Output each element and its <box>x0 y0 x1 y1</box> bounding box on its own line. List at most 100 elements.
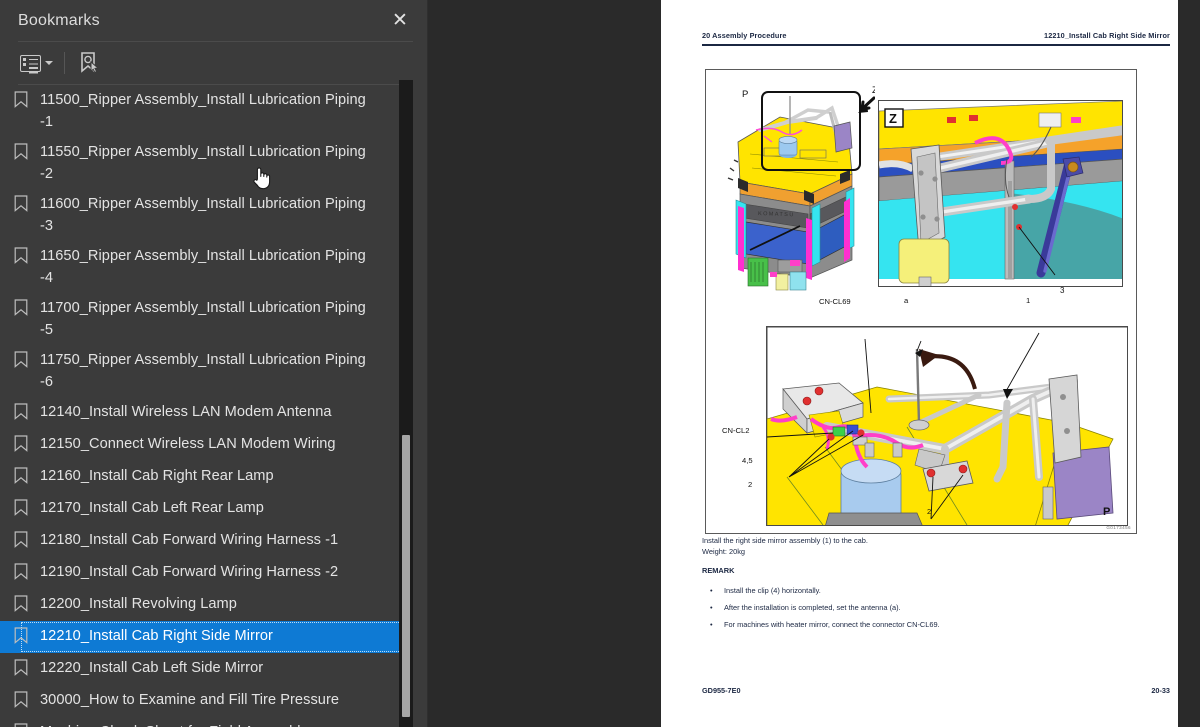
figure-label-P-top: P <box>742 89 749 100</box>
page-header-rule <box>702 44 1170 46</box>
bookmark-icon <box>14 627 32 649</box>
figure-label-2-left: 2 <box>748 480 753 489</box>
bookmark-icon <box>14 143 32 165</box>
bookmark-item-label: 12210_Install Cab Right Side Mirror <box>40 628 273 644</box>
bookmark-item[interactable]: 11750_Ripper Assembly_Install Lubricatio… <box>0 345 410 397</box>
bookmark-item[interactable]: 12210_Install Cab Right Side Mirror <box>0 621 410 653</box>
bookmark-icon <box>14 91 32 113</box>
figure-cab-front-view: KOMATSU P Z <box>720 82 875 292</box>
figure-label-3: 3 <box>1060 286 1065 295</box>
new-bookmark-icon <box>78 51 100 75</box>
bookmark-icon <box>14 467 32 489</box>
bookmark-icon <box>14 563 32 585</box>
bookmark-icon <box>14 595 32 617</box>
toolbar-divider <box>64 52 65 74</box>
bookmark-item-label: 30000_How to Examine and Fill Tire Press… <box>40 692 340 708</box>
bookmarks-toolbar <box>0 42 427 84</box>
bookmark-icon <box>14 435 32 457</box>
bookmark-item-label: 12150_Connect Wireless LAN Modem Wiring <box>40 436 336 452</box>
bookmark-item[interactable]: 12190_Install Cab Forward Wiring Harness… <box>0 557 410 589</box>
bookmark-item-label: 11650_Ripper Assembly_Install Lubricatio… <box>40 248 366 286</box>
bookmark-icon <box>14 531 32 553</box>
bookmark-icon <box>14 499 32 521</box>
figure-label-4-5: 4,5 <box>742 456 753 465</box>
bookmarks-scrollbar-thumb[interactable] <box>402 435 410 717</box>
figure-detail-Z: Z <box>878 100 1123 287</box>
bookmark-item-label: 12200_Install Revolving Lamp <box>40 596 237 612</box>
bookmark-icon <box>14 659 32 681</box>
figure-id: G0173456 <box>1106 525 1131 530</box>
bookmarks-panel: Bookmarks ✕ 11500_Ripper Assembly_Instal… <box>0 0 428 727</box>
chevron-down-icon <box>45 61 53 65</box>
bookmark-item[interactable]: 11650_Ripper Assembly_Install Lubricatio… <box>0 241 410 293</box>
page-header-left: 20 Assembly Procedure <box>702 31 787 40</box>
page-footer-right: 20-33 <box>1151 686 1170 695</box>
bookmark-item-label: 12160_Install Cab Right Rear Lamp <box>40 468 274 484</box>
bookmark-item[interactable]: 11500_Ripper Assembly_Install Lubricatio… <box>0 85 410 137</box>
figure-label-cn-cl69: CN-CL69 <box>819 297 851 306</box>
body-line-2: Weight: 20kg <box>702 546 746 556</box>
bookmark-item-label: 12220_Install Cab Left Side Mirror <box>40 660 264 676</box>
bookmark-item[interactable]: 12200_Install Revolving Lamp <box>0 589 410 621</box>
page-header: 20 Assembly Procedure 12210_Install Cab … <box>702 31 1170 40</box>
bookmark-item[interactable]: 12140_Install Wireless LAN Modem Antenna <box>0 397 410 429</box>
bookmark-item[interactable]: 12170_Install Cab Left Rear Lamp <box>0 493 410 525</box>
remark-bullet-list: Install the clip (4) horizontally.After … <box>702 582 1142 633</box>
bookmark-item[interactable]: 11550_Ripper Assembly_Install Lubricatio… <box>0 137 410 189</box>
page-body-text: Install the right side mirror assembly (… <box>702 536 1142 633</box>
bookmark-icon <box>14 351 32 373</box>
bookmark-icon <box>14 691 32 713</box>
list-view-icon <box>20 54 41 72</box>
bookmark-icon <box>14 247 32 269</box>
page-footer-left: GD955-7E0 <box>702 686 741 695</box>
figure-label-a: a <box>904 296 909 305</box>
bookmark-icon <box>14 299 32 321</box>
page-header-right: 12210_Install Cab Right Side Mirror <box>1044 31 1170 40</box>
close-icon[interactable]: ✕ <box>387 8 413 34</box>
bookmark-item[interactable]: 12160_Install Cab Right Rear Lamp <box>0 461 410 493</box>
bookmarks-scrollbar[interactable] <box>399 80 413 727</box>
svg-text:P: P <box>1103 506 1110 518</box>
bookmark-item[interactable]: 12150_Connect Wireless LAN Modem Wiring <box>0 429 410 461</box>
remark-bullet: For machines with heater mirror, connect… <box>702 616 1142 633</box>
remark-bullet: Install the clip (4) horizontally. <box>702 582 1142 599</box>
new-bookmark-button[interactable] <box>74 49 104 77</box>
bookmark-icon <box>14 723 32 727</box>
list-view-button[interactable] <box>16 49 57 77</box>
bookmark-item-label: 11550_Ripper Assembly_Install Lubricatio… <box>40 144 366 182</box>
figure-arrow-Z <box>858 96 875 113</box>
bookmark-item-label: 11600_Ripper Assembly_Install Lubricatio… <box>40 196 366 234</box>
figure-label-cn-cl2: CN-CL2 <box>722 426 750 435</box>
svg-text:Z: Z <box>889 111 897 126</box>
bookmark-item[interactable]: 12180_Install Cab Forward Wiring Harness… <box>0 525 410 557</box>
bookmark-item[interactable]: 11700_Ripper Assembly_Install Lubricatio… <box>0 293 410 345</box>
figure-label-2-right: 2 <box>927 507 932 516</box>
bookmark-item-label: 12170_Install Cab Left Rear Lamp <box>40 500 264 516</box>
figure-label-Z-top: Z <box>872 85 875 96</box>
bookmark-item[interactable]: 11600_Ripper Assembly_Install Lubricatio… <box>0 189 410 241</box>
bookmark-item[interactable]: Machine Check Sheet for Field Assembly <box>0 717 410 727</box>
bookmark-item-label: Machine Check Sheet for Field Assembly <box>40 721 308 727</box>
page-footer: GD955-7E0 20-33 <box>702 686 1170 695</box>
bookmark-item-label: 12190_Install Cab Forward Wiring Harness… <box>40 564 339 580</box>
pdf-viewer-window: Bookmarks ✕ 11500_Ripper Assembly_Instal… <box>0 0 1200 727</box>
bookmark-item-label: 11500_Ripper Assembly_Install Lubricatio… <box>40 92 366 130</box>
figure-container: KOMATSU P Z Z 3 P CN-CL69 a 1 CN-CL2 4,5… <box>705 69 1137 534</box>
bookmarks-panel-header: Bookmarks ✕ <box>0 0 427 41</box>
figure-label-1: 1 <box>1026 296 1031 305</box>
bookmark-icon <box>14 195 32 217</box>
bookmarks-list[interactable]: 11500_Ripper Assembly_Install Lubricatio… <box>0 85 410 727</box>
document-viewer[interactable]: 20 Assembly Procedure 12210_Install Cab … <box>428 0 1200 727</box>
bookmark-item[interactable]: 30000_How to Examine and Fill Tire Press… <box>0 685 410 717</box>
remark-bullet: After the installation is completed, set… <box>702 599 1142 616</box>
bookmark-item-label: 11700_Ripper Assembly_Install Lubricatio… <box>40 300 366 338</box>
bookmark-icon <box>14 403 32 425</box>
remark-heading: REMARK <box>702 566 735 575</box>
bookmark-item-label: 11750_Ripper Assembly_Install Lubricatio… <box>40 352 366 390</box>
figure-detail-P: P <box>766 326 1128 526</box>
body-line-1: Install the right side mirror assembly (… <box>702 536 868 545</box>
svg-text:KOMATSU: KOMATSU <box>758 211 795 218</box>
panel-title: Bookmarks <box>18 11 100 29</box>
bookmark-item-label: 12140_Install Wireless LAN Modem Antenna <box>40 404 332 420</box>
bookmark-item[interactable]: 12220_Install Cab Left Side Mirror <box>0 653 410 685</box>
